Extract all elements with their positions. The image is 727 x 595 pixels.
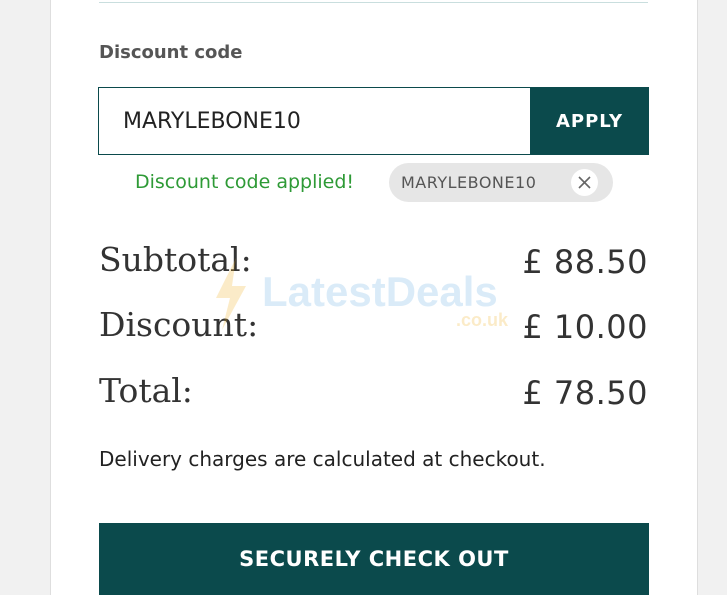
discount-label: Discount: [99,305,259,344]
discount-code-input[interactable] [98,87,530,155]
apply-button[interactable]: APPLY [530,87,649,155]
applied-code-label: MARYLEBONE10 [401,173,537,192]
total-value: £ 78.50 [522,374,648,412]
discount-code-label: Discount code [99,42,243,63]
section-divider [99,2,648,3]
close-icon[interactable] [571,169,598,196]
total-label: Total: [99,371,193,410]
discount-value: £ 10.00 [522,308,648,346]
subtotal-label: Subtotal: [99,240,252,279]
subtotal-value: £ 88.50 [522,243,648,281]
applied-code-chip: MARYLEBONE10 [389,163,613,202]
checkout-button[interactable]: SECURELY CHECK OUT [99,523,649,595]
delivery-note: Delivery charges are calculated at check… [99,447,546,471]
discount-applied-message: Discount code applied! [135,171,355,193]
